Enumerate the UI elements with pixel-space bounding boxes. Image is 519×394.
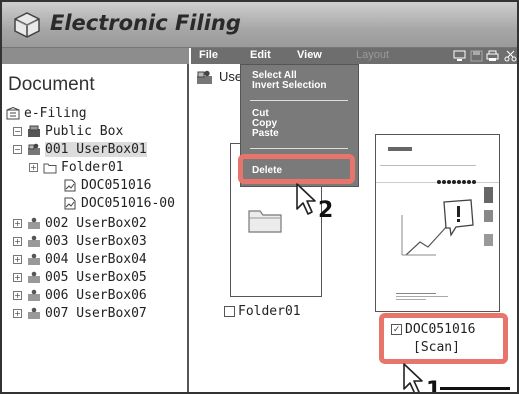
tree-item-public-box[interactable]: − Public Box bbox=[13, 122, 123, 140]
scissors-icon[interactable] bbox=[504, 50, 517, 62]
menu-invert-selection[interactable]: Invert Selection bbox=[252, 81, 326, 91]
save-icon[interactable] bbox=[470, 50, 483, 62]
folder-name: Folder01 bbox=[238, 304, 301, 319]
tree-item-label: Folder01 bbox=[61, 159, 124, 175]
public-box-icon bbox=[28, 125, 40, 137]
tree-item-label: 002 UserBox02 bbox=[45, 215, 147, 231]
tree-item-label: e-Filing bbox=[24, 105, 87, 121]
document-thumbnail-icon bbox=[376, 147, 499, 300]
title-bar: Electronic Filing bbox=[2, 2, 517, 48]
tree-item-label: Public Box bbox=[45, 123, 124, 139]
folder-icon bbox=[248, 210, 282, 233]
folder-caption: Folder01 bbox=[224, 304, 301, 319]
user-box-icon bbox=[28, 253, 40, 265]
tree-item-userbox01[interactable]: − 001 UserBox01 bbox=[13, 140, 147, 158]
expand-icon[interactable]: + bbox=[13, 254, 22, 264]
highlight-delete bbox=[238, 154, 355, 184]
user-box-icon bbox=[197, 70, 212, 84]
tree-item-label: DOC051016 bbox=[81, 177, 152, 193]
callout-line bbox=[440, 387, 510, 390]
mouse-cursor-icon bbox=[403, 363, 423, 392]
menu-separator bbox=[250, 100, 348, 101]
tree-item-label: 001 UserBox01 bbox=[45, 141, 147, 157]
user-box-icon bbox=[28, 235, 40, 247]
tree-item-userbox07[interactable]: + 007 UserBox07 bbox=[13, 304, 147, 322]
menu-bar: File Edit View Layout bbox=[191, 48, 517, 64]
collapse-icon[interactable]: − bbox=[13, 126, 22, 136]
tree-item-userbox04[interactable]: + 004 UserBox04 bbox=[13, 250, 147, 268]
user-box-icon bbox=[28, 307, 40, 319]
navigation-pane: Document e-Filing − Public Box − 001 Use… bbox=[2, 48, 189, 392]
tree-item-e-filing[interactable]: e-Filing bbox=[6, 104, 87, 122]
tree-item-label: 007 UserBox07 bbox=[45, 305, 147, 321]
electronic-filing-window: Electronic Filing Document e-Filing − Pu… bbox=[0, 0, 519, 394]
tree-item-userbox05[interactable]: + 005 UserBox05 bbox=[13, 268, 147, 286]
menu-file[interactable]: File bbox=[199, 49, 218, 61]
pane-title: Document bbox=[8, 74, 95, 95]
e-filing-logo-icon bbox=[14, 12, 40, 38]
document-card[interactable] bbox=[375, 134, 500, 312]
expand-icon[interactable]: + bbox=[13, 272, 22, 282]
e-filing-root-icon bbox=[6, 106, 20, 119]
expand-icon[interactable]: + bbox=[13, 236, 22, 246]
document-icon bbox=[64, 179, 76, 191]
user-box-icon bbox=[28, 271, 40, 283]
tree-item-userbox02[interactable]: + 002 UserBox02 bbox=[13, 214, 147, 232]
menu-separator bbox=[250, 148, 348, 149]
left-pane-header-strip bbox=[2, 48, 189, 64]
step-number-1: 1 bbox=[426, 378, 442, 394]
expand-icon[interactable]: + bbox=[29, 162, 38, 172]
app-title: Electronic Filing bbox=[50, 11, 241, 35]
tree-item-label: 006 UserBox06 bbox=[45, 287, 147, 303]
menu-edit[interactable]: Edit bbox=[250, 49, 271, 61]
collapse-icon[interactable]: − bbox=[13, 144, 22, 154]
tree-item-doc051016[interactable]: DOC051016 bbox=[63, 176, 151, 194]
tree-item-userbox03[interactable]: + 003 UserBox03 bbox=[13, 232, 147, 250]
user-box-icon bbox=[28, 217, 40, 229]
expand-icon[interactable]: + bbox=[13, 218, 22, 228]
user-box-icon bbox=[28, 289, 40, 301]
menu-layout: Layout bbox=[356, 49, 390, 61]
folder-checkbox[interactable] bbox=[224, 306, 235, 317]
highlight-document-selection bbox=[379, 313, 508, 364]
screen-icon[interactable] bbox=[453, 50, 466, 62]
expand-icon[interactable]: + bbox=[13, 290, 22, 300]
tree-item-label: 004 UserBox04 bbox=[45, 251, 147, 267]
print-icon[interactable] bbox=[486, 50, 499, 62]
user-box-icon bbox=[28, 143, 40, 155]
tree-item-label: 005 UserBox05 bbox=[45, 269, 147, 285]
tree-item-folder01[interactable]: + Folder01 bbox=[29, 158, 124, 176]
menu-view[interactable]: View bbox=[297, 49, 322, 61]
tree-item-doc051016-00[interactable]: DOC051016-00 bbox=[63, 194, 175, 212]
folder-icon bbox=[43, 163, 57, 173]
step-number-2: 2 bbox=[318, 198, 334, 223]
tree-item-label: 003 UserBox03 bbox=[45, 233, 147, 249]
expand-icon[interactable]: + bbox=[13, 308, 22, 318]
tree-item-userbox06[interactable]: + 006 UserBox06 bbox=[13, 286, 147, 304]
menu-paste[interactable]: Paste bbox=[252, 129, 279, 139]
document-icon bbox=[64, 197, 76, 209]
tree-item-label: DOC051016-00 bbox=[81, 195, 175, 211]
